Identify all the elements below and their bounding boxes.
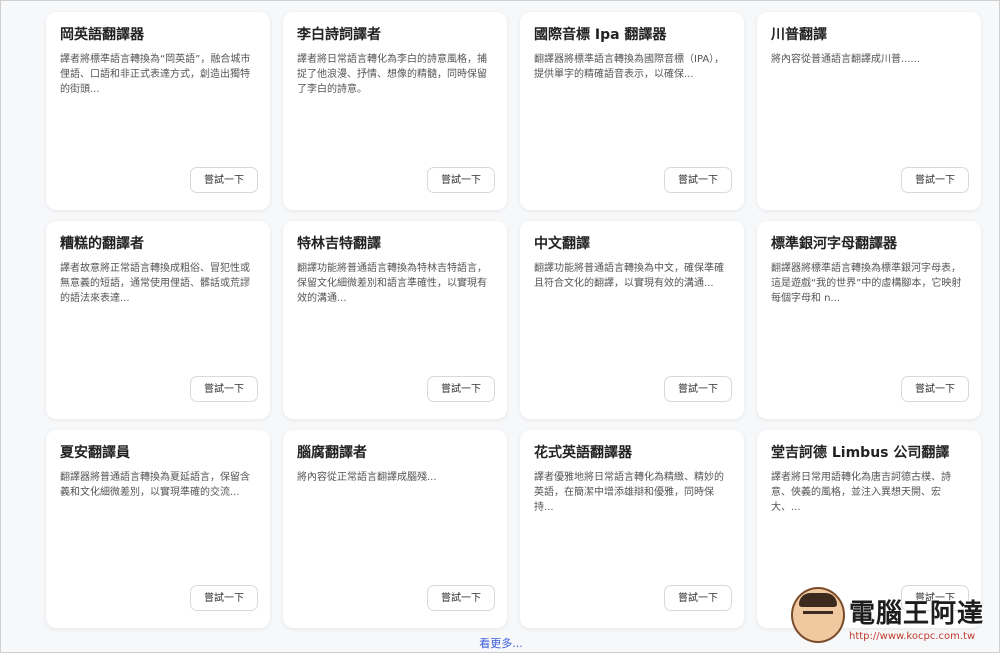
translator-card[interactable]: 花式英語翻譯器 譯者優雅地將日常語言轉化為精緻、精妙的英語，在簡潔中增添雄辯和優… bbox=[520, 430, 744, 628]
card-title: 花式英語翻譯器 bbox=[534, 445, 632, 461]
card-title: 標準銀河字母翻譯器 bbox=[771, 236, 897, 252]
card-description: 譯者故意將正常語言轉換成粗俗、冒犯性或無意義的短語，通常使用俚語、髒話或荒謬的語… bbox=[60, 263, 250, 304]
translator-card[interactable]: 特林吉特翻譯 翻譯功能將普通語言轉換為特林吉特語言，保留文化細微差別和語言準確性… bbox=[283, 221, 507, 419]
card-title: 特林吉特翻譯 bbox=[297, 236, 381, 252]
watermark-text: 電腦王阿達 bbox=[849, 599, 985, 629]
try-button[interactable]: 嘗試一下 bbox=[664, 167, 732, 193]
try-button[interactable]: 嘗試一下 bbox=[427, 167, 495, 193]
card-title: 糟糕的翻譯者 bbox=[60, 236, 144, 252]
card-title: 岡英語翻譯器 bbox=[60, 27, 144, 43]
page-frame: 岡英語翻譯器 譯者將標準語言轉換為“岡英語”，融合城市俚語、口語和非正式表達方式… bbox=[0, 0, 1000, 653]
card-description: 譯者將日常語言轉化為李白的詩意風格，捕捉了他浪漫、抒情、想像的精髓，同時保留了李… bbox=[297, 54, 487, 95]
translator-card[interactable]: 李白詩詞譯者 譯者將日常語言轉化為李白的詩意風格，捕捉了他浪漫、抒情、想像的精髓… bbox=[283, 12, 507, 210]
card-title: 國際音標 Ipa 翻譯器 bbox=[534, 27, 667, 43]
card-description: 將內容從普通語言翻譯成川普...... bbox=[771, 54, 921, 65]
card-description: 翻譯功能將普通語言轉換為中文，確保準確且符合文化的翻譯，以實現有效的溝通... bbox=[534, 263, 724, 289]
card-title: 夏安翻譯員 bbox=[60, 445, 130, 461]
card-title: 腦腐翻譯者 bbox=[297, 445, 367, 461]
mascot-face-icon bbox=[791, 587, 845, 643]
translator-grid: 岡英語翻譯器 譯者將標準語言轉換為“岡英語”，融合城市俚語、口語和非正式表達方式… bbox=[46, 12, 982, 628]
watermark-logo: 電腦王阿達 http://www.kocpc.com.tw bbox=[791, 587, 997, 645]
card-title: 堂吉訶德 Limbus 公司翻譯 bbox=[771, 445, 950, 461]
translator-card[interactable]: 川普翻譯 將內容從普通語言翻譯成川普...... 嘗試一下 bbox=[757, 12, 981, 210]
card-description: 翻譯器將標準語言轉換為標準銀河字母表，這是遊戲“我的世界”中的虛構腳本，它映射每… bbox=[771, 263, 962, 304]
translator-card[interactable]: 中文翻譯 翻譯功能將普通語言轉換為中文，確保準確且符合文化的翻譯，以實現有效的溝… bbox=[520, 221, 744, 419]
card-description: 翻譯器將普通語言轉換為夏延語言，保留含義和文化細微差別，以實現準確的交流... bbox=[60, 472, 250, 498]
try-button[interactable]: 嘗試一下 bbox=[664, 585, 732, 611]
card-description: 將內容從正常語言翻譯成腦殘... bbox=[297, 472, 437, 483]
try-button[interactable]: 嘗試一下 bbox=[901, 167, 969, 193]
translator-card[interactable]: 岡英語翻譯器 譯者將標準語言轉換為“岡英語”，融合城市俚語、口語和非正式表達方式… bbox=[46, 12, 270, 210]
translator-card[interactable]: 夏安翻譯員 翻譯器將普通語言轉換為夏延語言，保留含義和文化細微差別，以實現準確的… bbox=[46, 430, 270, 628]
card-description: 譯者將標準語言轉換為“岡英語”，融合城市俚語、口語和非正式表達方式，創造出獨特的… bbox=[60, 54, 251, 95]
card-title: 中文翻譯 bbox=[534, 236, 590, 252]
try-button[interactable]: 嘗試一下 bbox=[190, 167, 258, 193]
try-button[interactable]: 嘗試一下 bbox=[901, 376, 969, 402]
try-button[interactable]: 嘗試一下 bbox=[190, 376, 258, 402]
try-button[interactable]: 嘗試一下 bbox=[664, 376, 732, 402]
card-description: 譯者優雅地將日常語言轉化為精緻、精妙的英語，在簡潔中增添雄辯和優雅，同時保持..… bbox=[534, 472, 724, 513]
translator-card[interactable]: 糟糕的翻譯者 譯者故意將正常語言轉換成粗俗、冒犯性或無意義的短語，通常使用俚語、… bbox=[46, 221, 270, 419]
card-title: 川普翻譯 bbox=[771, 27, 827, 43]
translator-card[interactable]: 國際音標 Ipa 翻譯器 翻譯器將標準語言轉換為國際音標（IPA），提供單字的精… bbox=[520, 12, 744, 210]
try-button[interactable]: 嘗試一下 bbox=[427, 376, 495, 402]
card-description: 翻譯功能將普通語言轉換為特林吉特語言，保留文化細微差別和語言準確性，以實現有效的… bbox=[297, 263, 487, 304]
translator-card[interactable]: 腦腐翻譯者 將內容從正常語言翻譯成腦殘... 嘗試一下 bbox=[283, 430, 507, 628]
watermark-url: http://www.kocpc.com.tw bbox=[849, 631, 976, 642]
translator-card[interactable]: 標準銀河字母翻譯器 翻譯器將標準語言轉換為標準銀河字母表，這是遊戲“我的世界”中… bbox=[757, 221, 981, 419]
card-description: 譯者將日常用語轉化為唐吉訶德古樸、詩意、俠義的風格，並注入異想天開、宏大、... bbox=[771, 472, 951, 513]
card-description: 翻譯器將標準語言轉換為國際音標（IPA），提供單字的精確語音表示，以確保... bbox=[534, 54, 725, 80]
card-title: 李白詩詞譯者 bbox=[297, 27, 381, 43]
try-button[interactable]: 嘗試一下 bbox=[190, 585, 258, 611]
try-button[interactable]: 嘗試一下 bbox=[427, 585, 495, 611]
